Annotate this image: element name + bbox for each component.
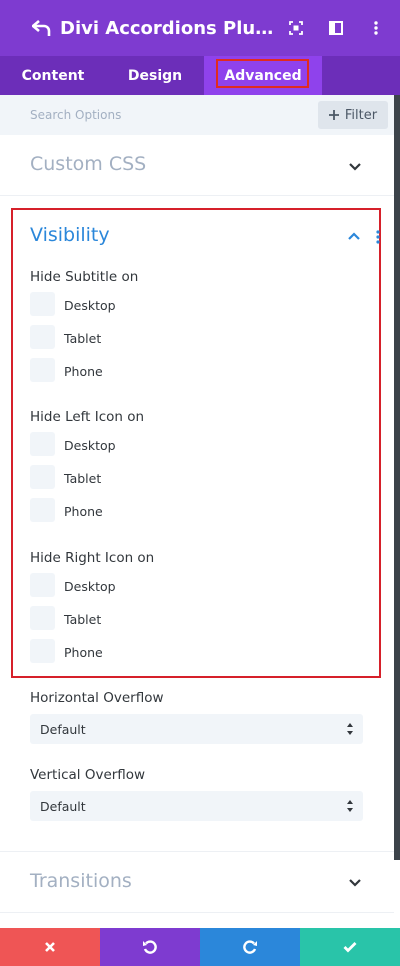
section-custom-css[interactable]: Custom CSS xyxy=(0,135,394,196)
undo-arrow-icon xyxy=(32,20,51,36)
scrollbar[interactable] xyxy=(394,95,400,860)
layout-toggle-button[interactable] xyxy=(326,18,346,38)
vertical-overflow-select[interactable]: Default xyxy=(30,791,363,821)
action-bar xyxy=(0,928,400,966)
undo-button[interactable] xyxy=(100,928,200,966)
section-title: Transitions xyxy=(30,870,132,892)
checkbox-label: Phone xyxy=(64,364,103,379)
sidebar-layout-icon xyxy=(329,21,343,35)
search-placeholder: Search Options xyxy=(30,108,122,122)
checkbox-left-icon-tablet[interactable] xyxy=(30,465,55,489)
modal-header: Divi Accordions Plus Item Settings xyxy=(0,0,400,56)
tab-highlight-outline xyxy=(216,59,309,88)
horizontal-overflow-select[interactable]: Default xyxy=(30,714,363,744)
vertical-overflow-label: Vertical Overflow xyxy=(30,767,146,783)
expand-button[interactable] xyxy=(286,18,306,38)
section-title: Custom CSS xyxy=(30,153,147,175)
back-button[interactable] xyxy=(20,0,64,56)
horizontal-overflow-label: Horizontal Overflow xyxy=(30,690,164,706)
checkbox-right-icon-desktop[interactable] xyxy=(30,573,55,597)
close-icon xyxy=(45,942,55,952)
save-button[interactable] xyxy=(300,928,400,966)
checkbox-label: Tablet xyxy=(64,471,102,486)
filter-label: Filter xyxy=(344,107,378,123)
tab-advanced[interactable]: Advanced xyxy=(204,56,322,95)
chevron-down-icon xyxy=(349,163,361,171)
checkbox-label: Phone xyxy=(64,645,103,660)
group-label-hide-right-icon: Hide Right Icon on xyxy=(30,550,155,566)
filter-button[interactable]: Filter xyxy=(318,101,388,129)
redo-button[interactable] xyxy=(200,928,300,966)
checkbox-subtitle-phone[interactable] xyxy=(30,358,55,382)
select-value: Default xyxy=(40,722,86,737)
section-visibility-title[interactable]: Visibility xyxy=(30,224,110,246)
tab-design[interactable]: Design xyxy=(106,56,204,95)
checkbox-label: Desktop xyxy=(64,298,116,313)
checkbox-label: Desktop xyxy=(64,438,116,453)
tab-content[interactable]: Content xyxy=(0,56,106,95)
select-value: Default xyxy=(40,799,86,814)
more-vertical-icon xyxy=(374,21,378,35)
checkbox-left-icon-phone[interactable] xyxy=(30,498,55,522)
checkbox-left-icon-desktop[interactable] xyxy=(30,432,55,456)
chevron-up-icon[interactable] xyxy=(347,231,361,241)
group-label-hide-subtitle: Hide Subtitle on xyxy=(30,269,139,285)
checkbox-subtitle-desktop[interactable] xyxy=(30,292,55,316)
checkbox-right-icon-phone[interactable] xyxy=(30,639,55,663)
checkbox-label: Tablet xyxy=(64,612,102,627)
checkbox-label: Desktop xyxy=(64,579,116,594)
checkbox-label: Phone xyxy=(64,504,103,519)
cancel-button[interactable] xyxy=(0,928,100,966)
chevron-down-icon xyxy=(349,879,361,887)
checkbox-label: Tablet xyxy=(64,331,102,346)
section-transitions[interactable]: Transitions xyxy=(0,852,394,913)
focus-expand-icon xyxy=(289,21,303,35)
plus-icon xyxy=(328,110,339,120)
checkbox-subtitle-tablet[interactable] xyxy=(30,325,55,349)
checkbox-right-icon-tablet[interactable] xyxy=(30,606,55,630)
redo-icon xyxy=(243,940,257,954)
more-options-button[interactable] xyxy=(366,18,386,38)
undo-icon xyxy=(143,940,157,954)
select-arrows-icon xyxy=(347,800,353,812)
select-arrows-icon xyxy=(347,723,353,735)
more-vertical-icon[interactable] xyxy=(376,230,380,244)
modal-title: Divi Accordions Plus Item Settings xyxy=(60,17,280,39)
check-icon xyxy=(343,942,357,953)
settings-tabs: Content Design Advanced xyxy=(0,56,400,95)
group-label-hide-left-icon: Hide Left Icon on xyxy=(30,409,145,425)
